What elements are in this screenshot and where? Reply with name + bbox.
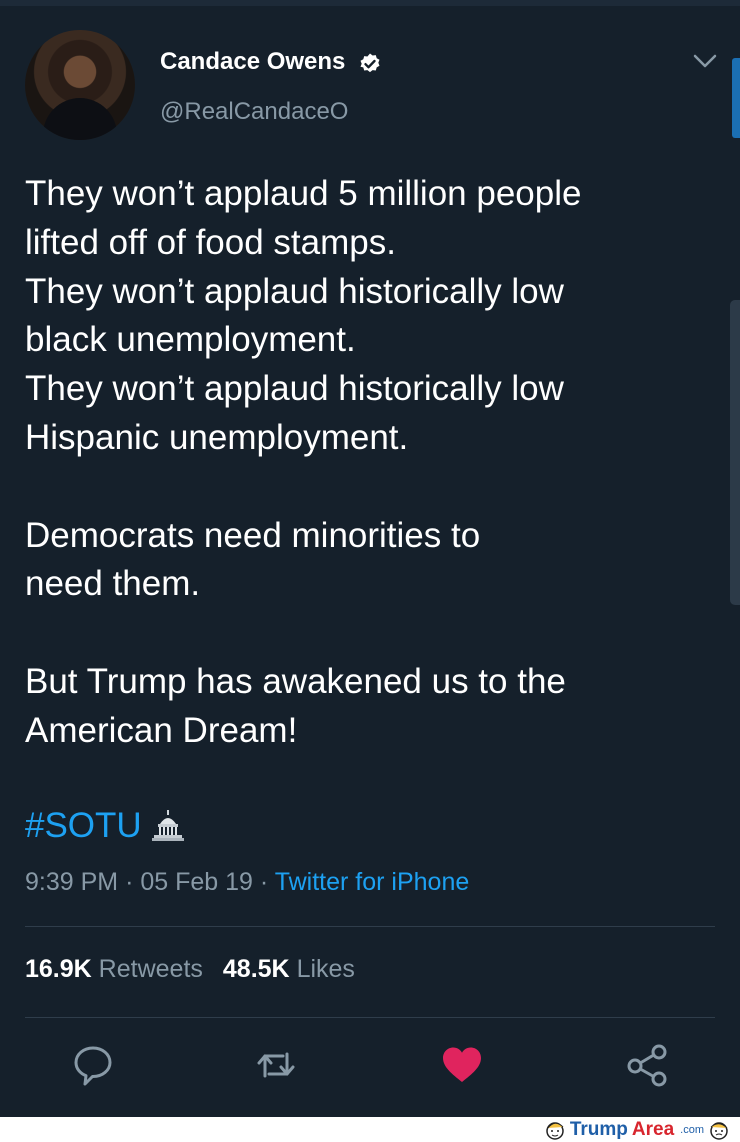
retweets-stat[interactable]: 16.9K Retweets [25,955,203,983]
share-icon[interactable] [624,1042,670,1088]
tweet-line: They won’t applaud 5 million people [25,174,582,213]
action-bar [0,1042,740,1092]
tweet-line: But Trump has awakened us to the [25,661,566,701]
scrollbar[interactable] [730,300,740,605]
avatar-figure [43,98,117,140]
user-handle[interactable]: @RealCandaceO [160,98,348,126]
heart-icon[interactable] [439,1042,485,1088]
tweet-source-link[interactable]: Twitter for iPhone [275,868,470,896]
reply-icon[interactable] [70,1042,116,1088]
hashtag-row: #SOTU [25,806,186,846]
avatar[interactable] [25,30,135,140]
chevron-down-icon[interactable] [692,52,718,70]
watermark-logo: Trump Area .com [544,1117,730,1142]
tweet-line: need them. [25,564,201,604]
likes-count: 48.5K [222,955,290,983]
cartoon-face-icon [710,1121,728,1140]
tweet-line: They won’t applaud historically low [25,271,564,311]
tweet-line: Hispanic unemployment. [25,417,409,457]
watermark-text-com: .com [680,1123,704,1136]
watermark-text-area: Area [631,1118,675,1140]
tweet-meta: 9:39 PM · 05 Feb 19 · Twitter for iPhone [25,868,469,897]
capitol-icon [151,810,184,841]
tweet-stats: 16.9K Retweets 48.5K Likes [25,955,355,984]
top-edge [0,0,740,6]
tweet-time: 9:39 PM [25,868,119,896]
retweets-count: 16.9K [25,955,92,983]
tweet-line: Democrats need minorities to [25,515,481,555]
likes-stat[interactable]: 48.5K Likes [223,955,355,983]
divider [25,1017,715,1018]
likes-label: Likes [296,955,355,983]
watermark-text-trump: Trump [569,1118,628,1140]
scroll-indicator [732,58,740,138]
tweet-line: black unemployment. [25,320,356,360]
separator: · [259,868,269,896]
tweet-date: 05 Feb 19 [140,868,253,896]
tweet-line: lifted off of food stamps. [25,222,396,262]
hashtag-link[interactable]: #SOTU [25,806,142,846]
separator: · [125,868,134,896]
tweet-detail-page: Candace Owens @RealCandaceO They won’t a… [0,0,740,1142]
retweet-icon[interactable] [253,1042,299,1088]
tweet-line: American Dream! [25,710,298,750]
divider [25,926,715,927]
retweets-label: Retweets [98,955,203,983]
tweet-text: They won’t applaud 5 million people lift… [25,170,715,756]
user-name[interactable]: Candace Owens [160,48,345,76]
watermark-bar: Trump Area .com [0,1117,740,1142]
verified-badge-icon [360,53,380,73]
cartoon-face-icon [546,1121,564,1140]
tweet-line: They won’t applaud historically low [25,369,564,409]
